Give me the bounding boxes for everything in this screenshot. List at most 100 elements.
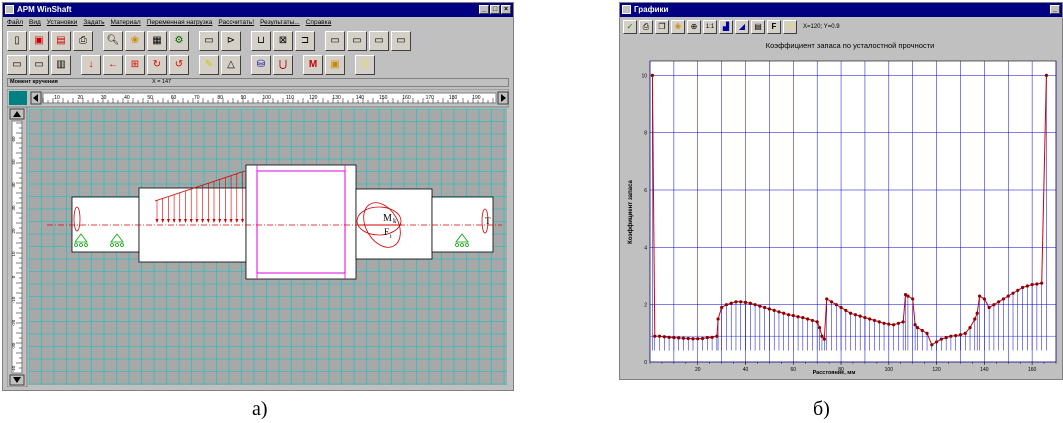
winshaft-window: APM WinShaft _ □ × Файл Вид Установки За… [2, 2, 514, 391]
ruler-tick-label: 10 [54, 95, 60, 101]
data-point [815, 320, 819, 324]
moment-label: M [383, 213, 392, 224]
ruler-tick-label: 170 [426, 95, 435, 101]
vertical-ruler-tick-label: 60 [11, 136, 16, 142]
menu-help[interactable]: Справка [306, 17, 332, 28]
section-button[interactable]: ▦ [147, 31, 167, 51]
graphs-palette-button[interactable]: ❀ [671, 20, 685, 34]
x-axis-label: Расстояние, мм [813, 370, 856, 376]
menu-results[interactable]: Результаты... [260, 17, 300, 28]
menu-set[interactable]: Задать [83, 17, 104, 28]
material-button[interactable]: M [303, 55, 323, 75]
copy-button[interactable]: ❐ [655, 20, 669, 34]
chart-type-button[interactable]: ▟ [719, 20, 733, 34]
chart-area[interactable]: Коэффициент запаса по усталостной прочно… [622, 37, 1060, 377]
ruler-tick-label: 70 [194, 95, 200, 101]
moment-sub-label: k [393, 217, 397, 225]
data-point [796, 315, 800, 319]
keyway-2-button[interactable]: ▭ [29, 55, 49, 75]
groove-4-button[interactable]: ▭ [391, 31, 411, 51]
graphs-print-button[interactable]: ⎙ [639, 20, 653, 34]
close-button[interactable]: × [501, 5, 511, 14]
menu-material[interactable]: Материал [111, 17, 141, 28]
graphs-zoom-button[interactable]: ⊕ [687, 20, 701, 34]
keyway-1-button[interactable]: ▭ [7, 55, 27, 75]
data-point [858, 314, 862, 318]
spline-button[interactable]: ▥ [51, 55, 71, 75]
graphs-help-button[interactable]: 💡︎ [783, 20, 797, 34]
cone-button[interactable]: ⊳ [221, 31, 241, 51]
data-point [653, 334, 657, 338]
help-bulb-button[interactable]: 💡︎ [355, 55, 375, 75]
data-point [829, 300, 834, 304]
pencil-button[interactable]: ✎ [199, 55, 219, 75]
groove-2-button[interactable]: ▭ [347, 31, 367, 51]
data-point [657, 334, 662, 338]
axial-force-button[interactable]: ← [103, 55, 123, 75]
print-button[interactable]: ⎙ [73, 31, 93, 51]
data-point [849, 311, 853, 315]
step-right-button[interactable]: ⊐ [295, 31, 315, 51]
scale-button[interactable]: 1:1 [703, 20, 717, 34]
font-button[interactable]: F [767, 20, 781, 34]
data-point [863, 315, 867, 320]
chart-area-button[interactable]: ◢ [735, 20, 749, 34]
menu-file[interactable]: Файл [7, 17, 23, 28]
data-point [686, 336, 690, 341]
new-file-button[interactable]: ▯ [7, 31, 27, 51]
groove-1-button[interactable]: ▭ [325, 31, 345, 51]
cylinder-button[interactable]: ▭ [199, 31, 219, 51]
y-tick-label: 10 [641, 73, 647, 79]
save-file-button[interactable]: ▤ [51, 31, 71, 51]
ruler-corner [9, 91, 27, 105]
groove-3-button[interactable]: ▭ [369, 31, 389, 51]
minimize-button[interactable]: _ [479, 5, 489, 14]
data-point [667, 335, 671, 339]
window-title: APM WinShaft [17, 5, 72, 14]
data-point [997, 300, 1001, 304]
menu-view[interactable]: Вид [29, 17, 41, 28]
maximize-button[interactable]: □ [490, 5, 500, 14]
caption-b: б) [813, 398, 830, 420]
data-point [1020, 285, 1025, 290]
data-point [1044, 73, 1049, 77]
bearing-button[interactable]: ⛁ [251, 55, 271, 75]
data-point [763, 305, 767, 310]
data-point [973, 317, 977, 321]
menu-calculate[interactable]: Рассчитать! [218, 17, 254, 28]
ruler-tick-label: 110 [286, 95, 294, 101]
ruler-tick-label: 150 [379, 95, 388, 101]
data-point [934, 340, 939, 344]
data-point [777, 310, 781, 314]
y-tick-label: 6 [644, 188, 647, 194]
menu-settings[interactable]: Установки [47, 17, 78, 28]
torque-button[interactable]: ↺ [169, 55, 189, 75]
shaft-drawing-area[interactable]: 10 20 30 40 50 60 70 80 90 100 110 120 130 140 150 160 1… [7, 89, 509, 387]
bending-moment-button[interactable]: ↻ [147, 55, 167, 75]
radial-force-button[interactable]: ↓ [81, 55, 101, 75]
gear-button[interactable]: ⚙ [169, 31, 189, 51]
data-point [896, 321, 900, 325]
distributed-load-button[interactable]: ⊞ [125, 55, 145, 75]
open-file-button[interactable]: ▣ [29, 31, 49, 51]
ruler-tick-label: 180 [449, 95, 458, 101]
zoom-button[interactable]: 🔍︎ [103, 31, 123, 51]
step-left-button[interactable]: ⊔ [251, 31, 271, 51]
palette-button[interactable]: ❀ [125, 31, 145, 51]
data-point [672, 336, 676, 340]
cube-button[interactable]: ▣ [325, 55, 345, 75]
ruler-tick-label: 20 [78, 95, 84, 101]
support-button[interactable]: △ [221, 55, 241, 75]
menu-variable-load[interactable]: Переменная нагрузка [147, 17, 213, 28]
step-mid-button[interactable]: ⊠ [273, 31, 293, 51]
caption-a: а) [252, 398, 268, 420]
check-button[interactable]: ✓ [623, 20, 637, 34]
app-icon [5, 5, 14, 14]
plot-area [649, 60, 1057, 363]
data-point [715, 334, 719, 338]
graphs-minimize-button[interactable]: _ [1050, 5, 1060, 14]
data-point [887, 322, 891, 326]
table-button[interactable]: ▤ [751, 20, 765, 34]
magnet-button[interactable]: ⋃ [273, 55, 293, 75]
data-point [1040, 281, 1044, 285]
